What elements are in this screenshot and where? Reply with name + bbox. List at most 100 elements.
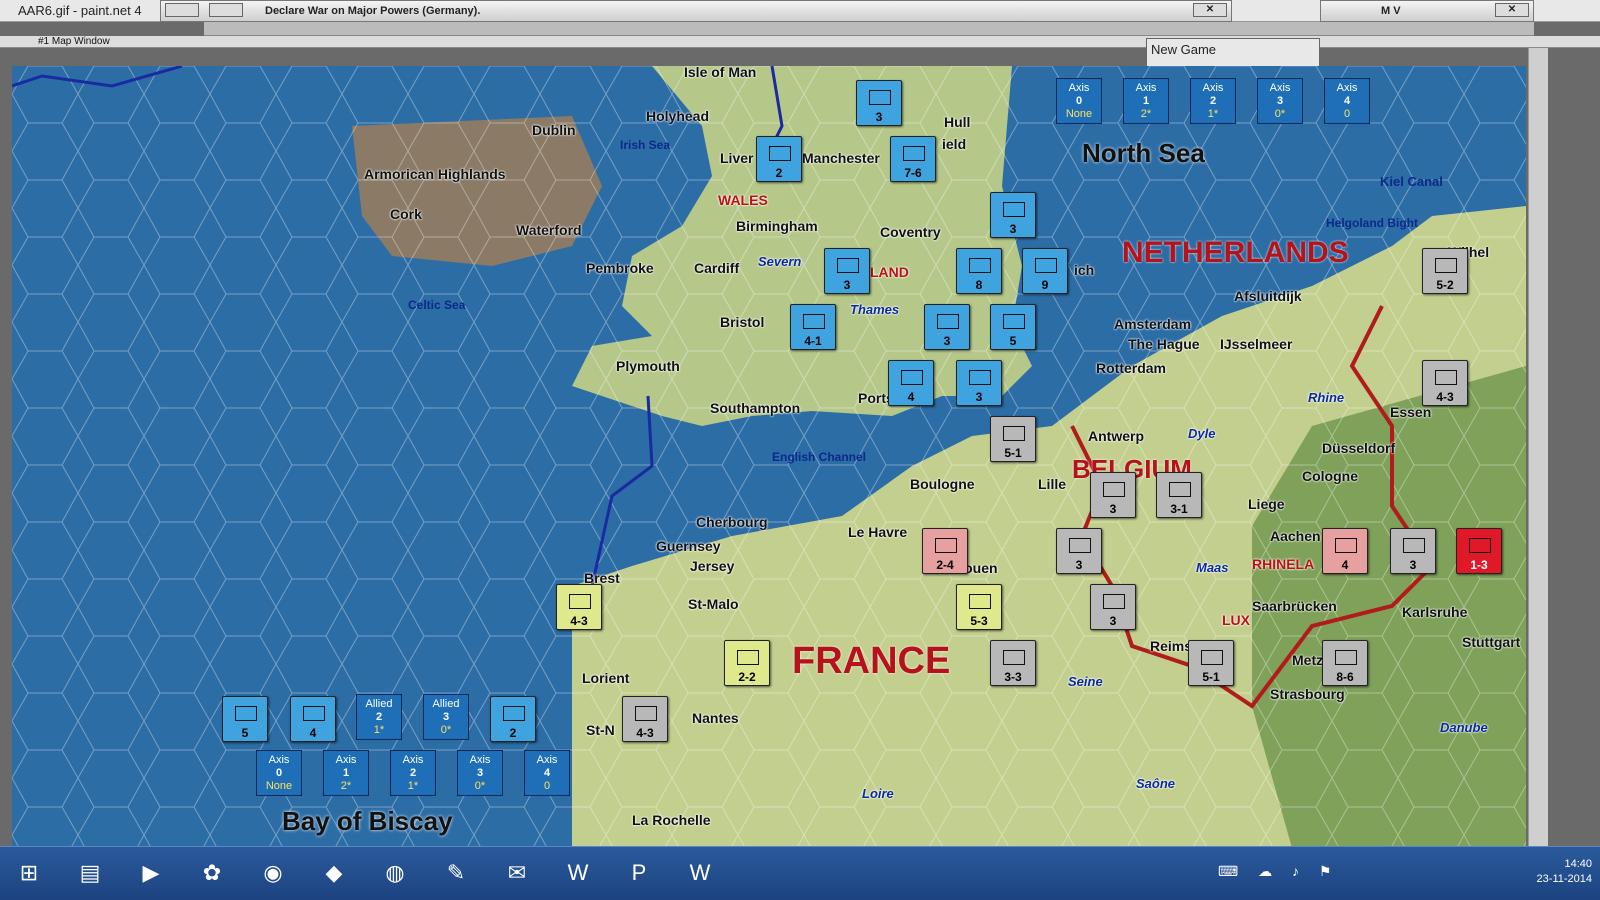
unit-symbol-icon [737,650,759,665]
paintnet-icon[interactable]: ✎ [431,853,481,893]
status-box[interactable]: Allied 3 0* [423,694,469,740]
netherlands-label: NETHERLANDS [1122,236,1349,269]
status-box[interactable]: Axis 1 2* [1123,78,1169,124]
status-box[interactable]: Axis 4 0 [524,750,570,796]
unit-counter[interactable]: 7-6 [890,136,936,182]
unit-counter[interactable]: 8 [956,248,1002,294]
unit-counter[interactable]: 4-1 [790,304,836,350]
start-icon[interactable]: ⊞ [4,853,54,893]
river-label: Loire [862,786,894,801]
chrome-icon[interactable]: ◉ [248,853,298,893]
status-box[interactable]: Axis 3 0* [457,750,503,796]
unit-counter[interactable]: 3 [1390,528,1436,574]
mv-close-button[interactable]: ✕ [1495,3,1529,17]
unit-counter[interactable]: 3-1 [1156,472,1202,518]
unit-counter[interactable]: 1-3 [1456,528,1502,574]
city-label: Holyhead [646,108,710,124]
status-box-sub: 1* [407,780,419,792]
unit-counter[interactable]: 8-6 [1322,640,1368,686]
unit-strength: 5 [1009,334,1017,348]
status-box[interactable]: Axis 2 1* [1190,78,1236,124]
city-label: The Hague [1128,336,1200,352]
city-label: Liege [1248,496,1285,512]
mail-icon[interactable]: ✉ [492,853,542,893]
unit-counter[interactable]: 3-3 [990,640,1036,686]
unit-counter[interactable]: 3 [990,192,1036,238]
city-label: Armorican Highlands [364,166,506,182]
wif2-icon[interactable]: W [675,853,725,893]
status-box[interactable]: Allied 2 1* [356,694,402,740]
status-box[interactable]: Axis 4 0 [1324,78,1370,124]
unit-counter[interactable]: 4-3 [556,584,602,630]
unit-counter[interactable]: 5-1 [1188,640,1234,686]
unit-strength: 7-6 [904,166,922,180]
status-box[interactable]: Axis 0 None [256,750,302,796]
unit-counter[interactable]: 9 [1022,248,1068,294]
explorer-icon[interactable]: ▤ [65,853,115,893]
unit-counter[interactable]: 2-2 [724,640,770,686]
dialog-restore-button[interactable] [165,3,199,17]
window-strip [204,22,1534,36]
unit-strength: 2 [775,166,783,180]
pdf-icon[interactable]: P [614,853,664,893]
status-box[interactable]: Axis 2 1* [390,750,436,796]
status-box-sub: 2* [340,780,352,792]
unit-counter[interactable]: 4 [1322,528,1368,574]
unit-counter[interactable]: 2 [490,696,536,742]
unit-counter[interactable]: 2 [756,136,802,182]
city-label: Lille [1038,476,1067,492]
city-label: ich [1074,262,1095,278]
unit-counter[interactable]: 5-3 [956,584,1002,630]
app-icon[interactable]: ◆ [309,853,359,893]
unit-symbol-icon [1003,314,1025,329]
unit-counter[interactable]: 5-2 [1422,248,1468,294]
status-box[interactable]: Axis 1 2* [323,750,369,796]
system-tray[interactable]: ⌨ ☁ ♪ ⚑ [1218,863,1339,880]
unit-symbol-icon [1003,202,1025,217]
unit-counter[interactable]: 5 [990,304,1036,350]
unit-symbol-icon [1069,538,1091,553]
unit-counter[interactable]: 3 [824,248,870,294]
unit-counter[interactable]: 4 [290,696,336,742]
paint-icon[interactable]: ✿ [187,853,237,893]
unit-counter[interactable]: 4-3 [1422,360,1468,406]
city-label: Manchester [802,150,880,166]
unit-symbol-icon [1435,370,1457,385]
unit-counter[interactable]: 3 [1056,528,1102,574]
unit-strength: 3 [1109,502,1117,516]
unit-symbol-icon [1003,650,1025,665]
status-box-value: 0 [1075,95,1083,107]
right-toolbar[interactable] [1528,48,1548,848]
city-label: Amsterdam [1114,316,1192,332]
unit-symbol-icon [1335,650,1357,665]
dialog-restore-button-2[interactable] [209,3,243,17]
mv-window[interactable]: M V ✕ [1320,0,1534,22]
unit-counter[interactable]: 4-3 [622,696,668,742]
map-view[interactable]: North Sea Bay of Biscay Irish Sea Celtic… [12,66,1526,848]
unit-symbol-icon [1003,426,1025,441]
unit-counter[interactable]: 3 [856,80,902,126]
clock[interactable]: 14:40 23-11-2014 [1537,857,1592,887]
city-label: Liver [720,150,754,166]
firefox-icon[interactable]: ◍ [370,853,420,893]
dialog-window[interactable]: Declare War on Major Powers (Germany). ✕ [160,0,1232,22]
status-box[interactable]: Axis 3 0* [1257,78,1303,124]
unit-counter[interactable]: 3 [956,360,1002,406]
unit-counter[interactable]: 3 [1090,472,1136,518]
unit-counter[interactable]: 5 [222,696,268,742]
celtic-sea-label: Celtic Sea [408,298,466,312]
status-box-value: 3 [1276,95,1284,107]
wif-icon[interactable]: W [553,853,603,893]
unit-symbol-icon [1201,650,1223,665]
dialog-close-button[interactable]: ✕ [1193,3,1227,17]
unit-counter[interactable]: 4 [888,360,934,406]
unit-counter[interactable]: 5-1 [990,416,1036,462]
unit-counter[interactable]: 3 [924,304,970,350]
unit-counter[interactable]: 2-4 [922,528,968,574]
river-label: Thames [850,302,900,317]
unit-counter[interactable]: 3 [1090,584,1136,630]
media-icon[interactable]: ▶ [126,853,176,893]
status-box-sub: 1* [373,724,385,736]
unit-strength: 5-3 [970,614,988,628]
status-box[interactable]: Axis 0 None [1056,78,1102,124]
